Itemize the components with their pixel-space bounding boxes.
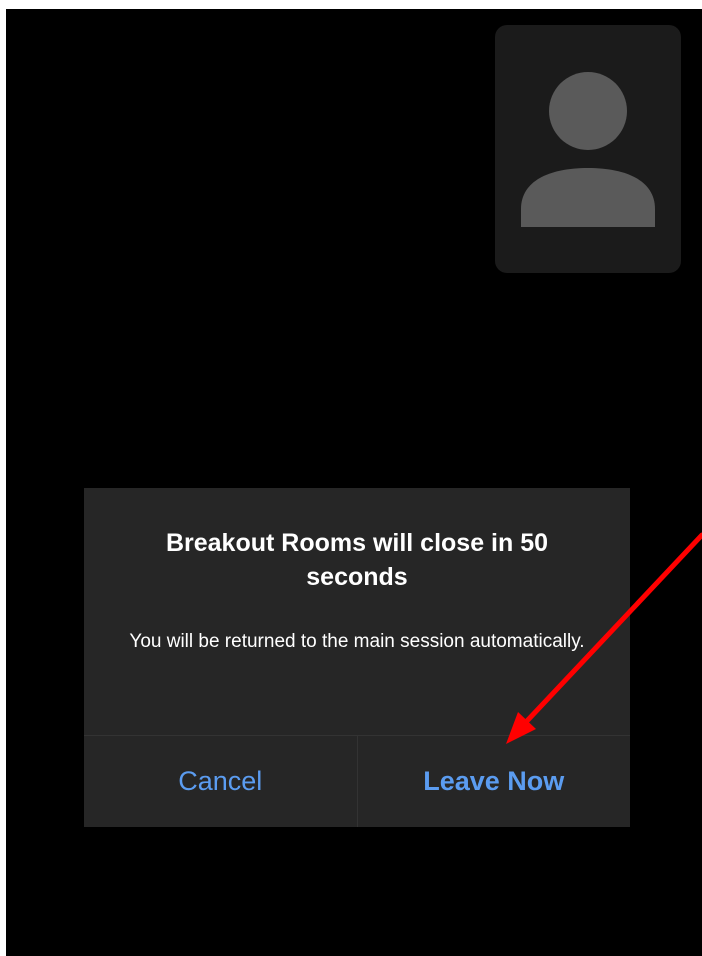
leave-now-button[interactable]: Leave Now — [358, 736, 631, 827]
meeting-screen: Breakout Rooms will close in 50 seconds … — [6, 9, 702, 956]
self-video-tile[interactable] — [495, 25, 681, 273]
breakout-close-dialog: Breakout Rooms will close in 50 seconds … — [84, 488, 630, 827]
cancel-button[interactable]: Cancel — [84, 736, 358, 827]
person-avatar-icon — [521, 72, 655, 227]
dialog-message: You will be returned to the main session… — [129, 631, 585, 652]
dialog-title: Breakout Rooms will close in 50 seconds — [165, 529, 549, 591]
dialog-button-bar: Cancel Leave Now — [84, 735, 630, 827]
